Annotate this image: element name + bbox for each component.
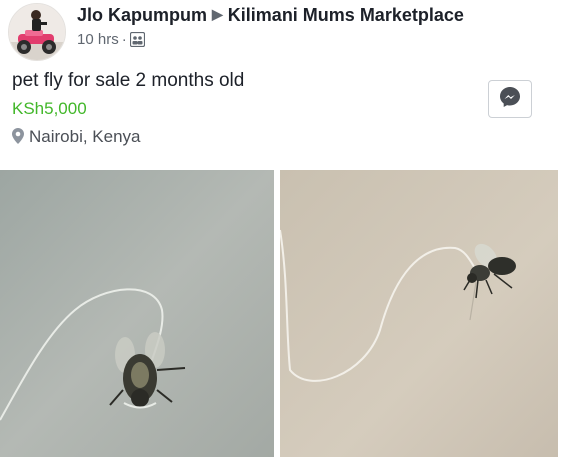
post-meta: 10 hrs ·: [77, 31, 145, 51]
post-timestamp[interactable]: 10 hrs: [77, 31, 119, 48]
group-link[interactable]: Kilimani Mums Marketplace: [228, 5, 464, 25]
avatar-icon: [9, 4, 65, 60]
message-seller-button[interactable]: [488, 80, 532, 118]
avatar[interactable]: [8, 3, 66, 61]
fly-on-string-image: [280, 170, 558, 457]
messenger-icon: [499, 86, 521, 113]
fly-photo-1[interactable]: [0, 170, 274, 457]
listing-location: Nairobi, Kenya: [12, 127, 141, 149]
fly-photo-2[interactable]: [280, 170, 558, 457]
post-author-line: Jlo Kapumpum ▶ Kilimani Mums Marketplace: [77, 5, 464, 26]
post-header: Jlo Kapumpum ▶ Kilimani Mums Marketplace 1…: [0, 0, 574, 61]
meta-separator: ·: [121, 31, 127, 48]
location-text: Nairobi, Kenya: [29, 127, 141, 146]
listing-price: KSh5,000: [12, 99, 87, 118]
arrow-right-icon: ▶: [212, 6, 223, 22]
author-link[interactable]: Jlo Kapumpum: [77, 5, 207, 25]
location-pin-icon: [12, 128, 24, 149]
listing-title: pet fly for sale 2 months old: [12, 70, 245, 91]
fly-on-string-image: [0, 170, 274, 457]
group-icon: [129, 31, 145, 51]
